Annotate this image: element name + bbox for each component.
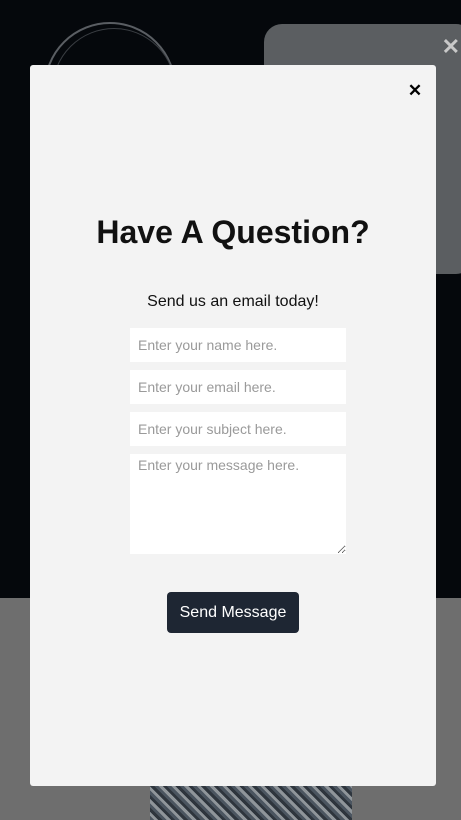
email-input[interactable] — [130, 370, 346, 404]
name-input[interactable] — [130, 328, 346, 362]
contact-modal: ✕ Have A Question? Send us an email toda… — [30, 65, 436, 786]
subject-input[interactable] — [130, 412, 346, 446]
close-icon[interactable]: ✕ — [407, 81, 423, 101]
page: ✕ ✕ Have A Question? Send us an email to… — [0, 0, 461, 820]
message-textarea[interactable] — [130, 454, 346, 554]
modal-title: Have A Question? — [96, 214, 370, 250]
close-icon[interactable]: ✕ — [442, 36, 460, 58]
background-image — [150, 785, 352, 820]
send-message-button[interactable]: Send Message — [167, 592, 299, 633]
modal-subtitle: Send us an email today! — [147, 293, 319, 310]
